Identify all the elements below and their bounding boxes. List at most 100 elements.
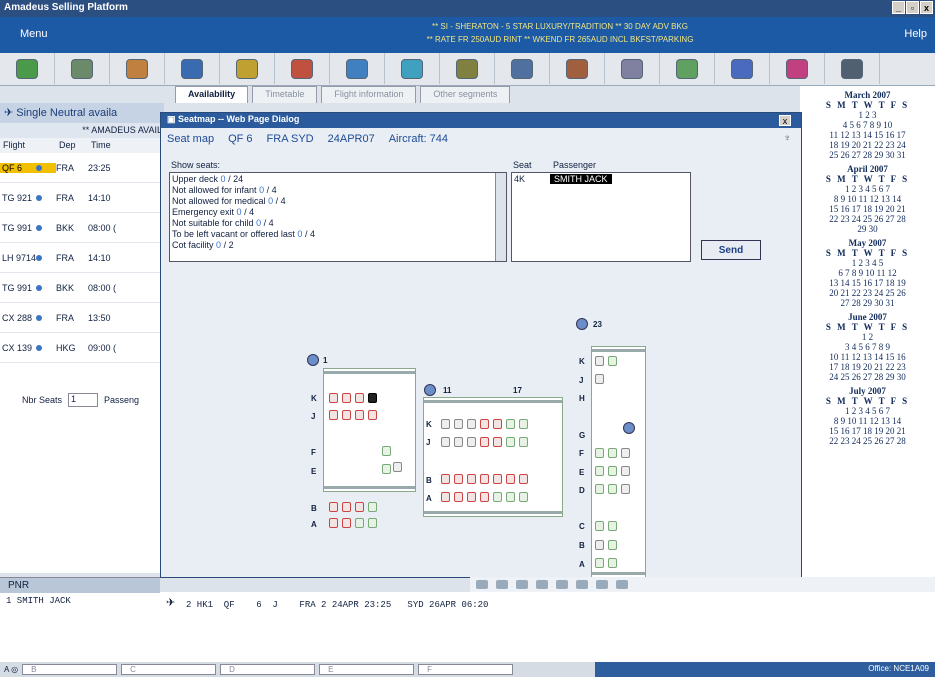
- pnr-passenger-line[interactable]: 1 SMITH JACK: [0, 593, 160, 609]
- toolbar-button-13[interactable]: [715, 53, 770, 84]
- status-field-c[interactable]: C: [121, 664, 217, 675]
- seat[interactable]: [342, 502, 351, 512]
- calendar-week[interactable]: 18 19 20 21 22 23 24: [800, 140, 935, 150]
- calendar-week[interactable]: 15 16 17 18 19 20 21: [800, 426, 935, 436]
- status-field-d[interactable]: D: [220, 664, 316, 675]
- seat[interactable]: [608, 540, 617, 550]
- show-seats-list[interactable]: Upper deck 0 / 24 Not allowed for infant …: [169, 172, 507, 262]
- flight-number[interactable]: LH 9714: [0, 253, 56, 263]
- seat[interactable]: [368, 502, 377, 512]
- calendar-week[interactable]: 6 7 8 9 10 11 12: [800, 268, 935, 278]
- calendar-week[interactable]: 1 2 3 4 5: [800, 258, 935, 268]
- flight-number[interactable]: QF 6: [0, 162, 56, 173]
- calendar-week[interactable]: 8 9 10 11 12 13 14: [800, 194, 935, 204]
- toolbar-icon[interactable]: [536, 580, 548, 589]
- seat[interactable]: [519, 474, 528, 484]
- seat[interactable]: [595, 448, 604, 458]
- show-seats-item[interactable]: Not suitable for child 0 / 4: [172, 218, 504, 229]
- toolbar-button-6[interactable]: [330, 53, 385, 84]
- calendar-week[interactable]: 13 14 15 16 17 18 19: [800, 278, 935, 288]
- calendar-week[interactable]: 22 23 24 25 26 27 28: [800, 214, 935, 224]
- toolbar-button-15[interactable]: [825, 53, 880, 84]
- seat[interactable]: [467, 474, 476, 484]
- seat[interactable]: [441, 419, 450, 429]
- seat[interactable]: [595, 466, 604, 476]
- seat[interactable]: [329, 518, 338, 528]
- calendar-week[interactable]: 29 30: [800, 224, 935, 234]
- calendar-week[interactable]: 1 2 3 4 5 6 7: [800, 406, 935, 416]
- seat[interactable]: [368, 518, 377, 528]
- seat[interactable]: [621, 484, 630, 494]
- toolbar-icon[interactable]: [596, 580, 608, 589]
- seat[interactable]: [355, 502, 364, 512]
- calendar-week[interactable]: 10 11 12 13 14 15 16: [800, 352, 935, 362]
- toolbar-button-0[interactable]: [0, 53, 55, 84]
- seat[interactable]: [382, 464, 391, 474]
- toolbar-button-3[interactable]: [165, 53, 220, 84]
- seat[interactable]: [382, 446, 391, 456]
- seat[interactable]: [454, 437, 463, 447]
- toolbar-icon[interactable]: [616, 580, 628, 589]
- seat[interactable]: [595, 521, 604, 531]
- seat[interactable]: [595, 356, 604, 366]
- seat[interactable]: [329, 410, 338, 420]
- flight-number[interactable]: TG 991: [0, 223, 56, 233]
- seat[interactable]: [467, 437, 476, 447]
- calendar-week[interactable]: 24 25 26 27 28 29 30: [800, 372, 935, 382]
- seat[interactable]: [329, 393, 338, 403]
- toolbar-icon[interactable]: [576, 580, 588, 589]
- seat[interactable]: [368, 410, 377, 420]
- calendar-week[interactable]: 27 28 29 30 31: [800, 298, 935, 308]
- flight-row[interactable]: TG 921 FRA 14:10: [0, 183, 164, 213]
- seat[interactable]: [342, 393, 351, 403]
- show-seats-item[interactable]: Not allowed for medical 0 / 4: [172, 196, 504, 207]
- help-icon[interactable]: ♆: [784, 133, 792, 144]
- flight-number[interactable]: TG 991: [0, 283, 56, 293]
- seat[interactable]: [493, 474, 502, 484]
- seat[interactable]: [493, 419, 502, 429]
- calendar-week[interactable]: 3 4 5 6 7 8 9: [800, 342, 935, 352]
- tab-other-segments[interactable]: Other segments: [420, 86, 511, 103]
- show-seats-item[interactable]: Not allowed for infant 0 / 4: [172, 185, 504, 196]
- seat[interactable]: [441, 474, 450, 484]
- flight-number[interactable]: TG 921: [0, 193, 56, 203]
- toolbar-icon[interactable]: [556, 580, 568, 589]
- toolbar-button-9[interactable]: [495, 53, 550, 84]
- flight-number[interactable]: CX 139: [0, 343, 56, 353]
- minimize-button[interactable]: _: [892, 1, 905, 14]
- seat[interactable]: [595, 374, 604, 384]
- flight-row[interactable]: TG 991 BKK 08:00 (: [0, 213, 164, 243]
- seat[interactable]: [480, 492, 489, 502]
- toolbar-icon[interactable]: [476, 580, 488, 589]
- menu-button[interactable]: Menu: [20, 28, 48, 40]
- status-field-f[interactable]: F: [418, 664, 514, 675]
- calendar-week[interactable]: 1 2: [800, 332, 935, 342]
- calendar-week[interactable]: 1 2 3: [800, 110, 935, 120]
- toolbar-button-1[interactable]: [55, 53, 110, 84]
- show-seats-item[interactable]: Emergency exit 0 / 4: [172, 207, 504, 218]
- seat[interactable]: [519, 419, 528, 429]
- status-field-e[interactable]: E: [319, 664, 415, 675]
- seat[interactable]: [467, 419, 476, 429]
- toolbar-icon[interactable]: [516, 580, 528, 589]
- seat[interactable]: [506, 492, 515, 502]
- seat[interactable]: [493, 437, 502, 447]
- toolbar-button-7[interactable]: [385, 53, 440, 84]
- seat[interactable]: [608, 521, 617, 531]
- calendar-week[interactable]: 11 12 13 14 15 16 17: [800, 130, 935, 140]
- seat[interactable]: [506, 437, 515, 447]
- seat[interactable]: [480, 419, 489, 429]
- assigned-passenger[interactable]: SMITH JACK: [550, 174, 612, 184]
- seat[interactable]: [355, 393, 364, 403]
- seat[interactable]: [454, 474, 463, 484]
- seat[interactable]: [506, 419, 515, 429]
- tab-availability[interactable]: Availability: [175, 86, 249, 103]
- seat[interactable]: [454, 492, 463, 502]
- show-seats-item[interactable]: Cot facility 0 / 2: [172, 240, 504, 251]
- show-seats-item[interactable]: To be left vacant or offered last 0 / 4: [172, 229, 504, 240]
- calendar-week[interactable]: 22 23 24 25 26 27 28: [800, 436, 935, 446]
- tab-timetable[interactable]: Timetable: [252, 86, 318, 103]
- calendar-week[interactable]: 15 16 17 18 19 20 21: [800, 204, 935, 214]
- toolbar-button-11[interactable]: [605, 53, 660, 84]
- send-button[interactable]: Send: [701, 240, 761, 260]
